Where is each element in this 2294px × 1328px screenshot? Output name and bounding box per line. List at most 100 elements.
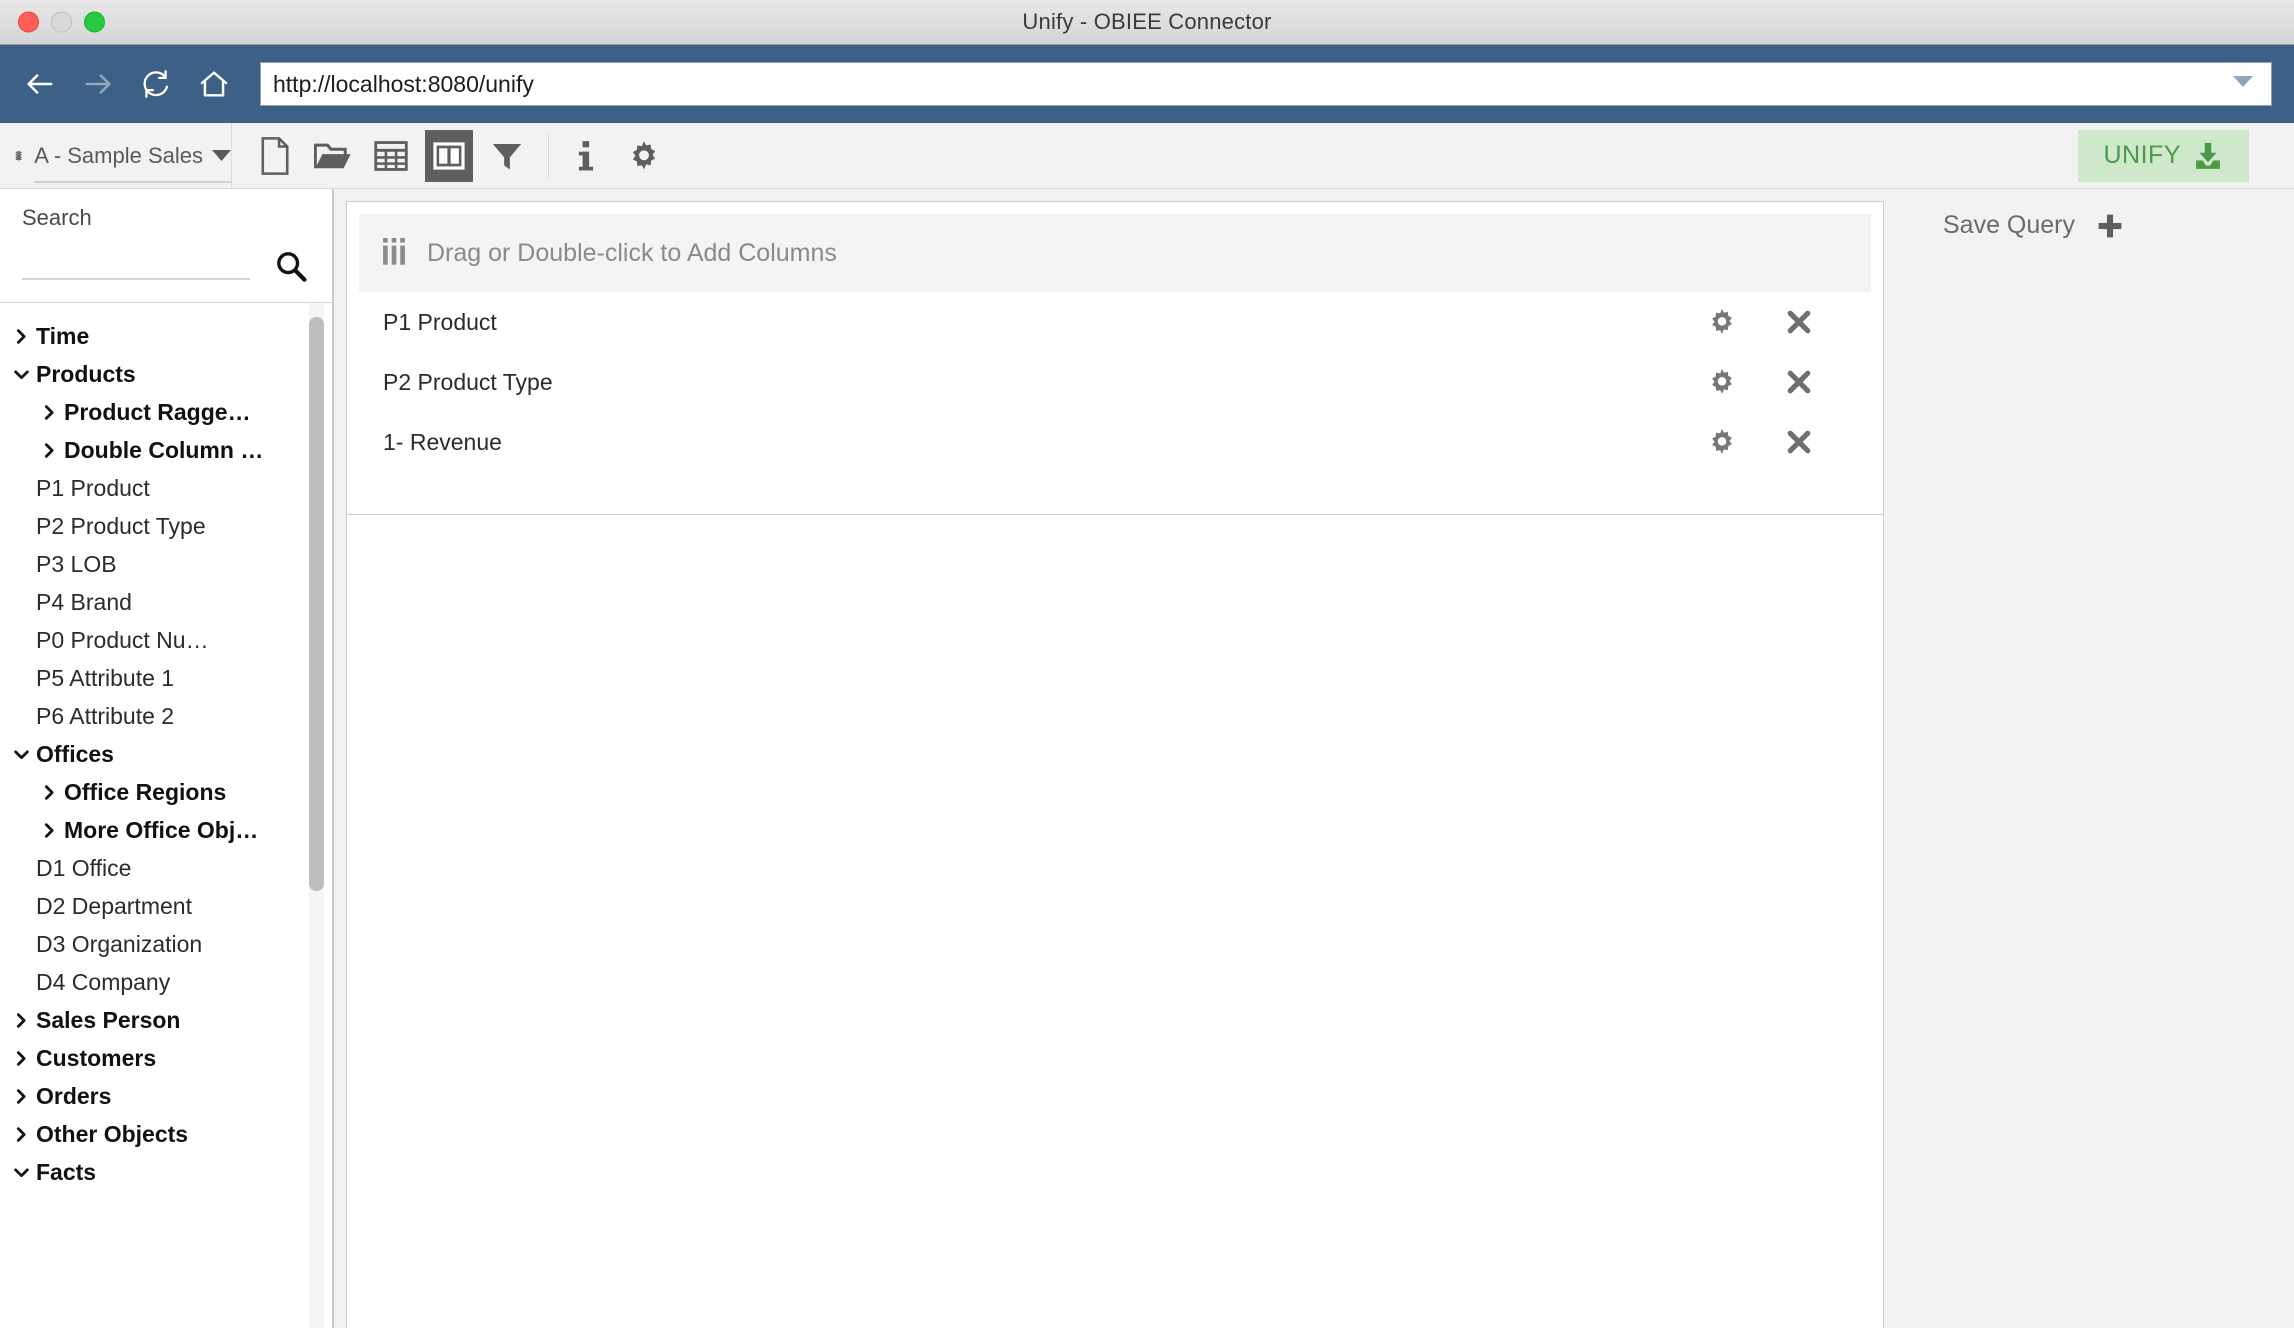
- drag-handle-icon: [383, 238, 405, 265]
- tree-node-label: D1 Office: [36, 854, 132, 881]
- tree-node-label: P3 LOB: [36, 550, 117, 577]
- tree-expand-toggle[interactable]: [34, 822, 64, 839]
- tree-leaf-node[interactable]: P2 Product Type: [0, 507, 332, 545]
- tree-leaf-node[interactable]: D1 Office: [0, 849, 332, 887]
- tree-node-label: D4 Company: [36, 968, 171, 995]
- tree-node-label: P1 Product: [36, 474, 150, 501]
- column-row[interactable]: P1 Product: [347, 292, 1883, 352]
- tree-group-node[interactable]: Double Column …: [0, 431, 332, 469]
- tree-group-node[interactable]: Customers: [0, 1039, 332, 1077]
- tree-expand-toggle[interactable]: [34, 404, 64, 421]
- gear-icon: [632, 140, 656, 169]
- tree-expand-toggle[interactable]: [6, 1050, 36, 1067]
- unify-button[interactable]: UNIFY: [2077, 129, 2249, 182]
- tree-group-node[interactable]: Orders: [0, 1077, 332, 1115]
- tree-expand-toggle[interactable]: [6, 1088, 36, 1105]
- close-x-icon: [1787, 370, 1811, 394]
- tree-node-label: P2 Product Type: [36, 512, 206, 539]
- tree-group-node[interactable]: More Office Obj…: [0, 811, 332, 849]
- drop-zone-hint: Drag or Double-click to Add Columns: [427, 238, 837, 267]
- tree-leaf-node[interactable]: D2 Department: [0, 887, 332, 925]
- window-title: Unify - OBIEE Connector: [1022, 9, 1272, 34]
- tree-expand-toggle[interactable]: [6, 366, 36, 383]
- column-row[interactable]: 1- Revenue: [347, 412, 1883, 472]
- chevron-right-icon: [44, 442, 54, 458]
- column-row[interactable]: P2 Product Type: [347, 352, 1883, 412]
- tree-node-label: Products: [36, 360, 136, 387]
- subject-area-selector[interactable]: A - Sample Sales: [0, 123, 232, 188]
- selected-columns-card: Drag or Double-click to Add Columns P1 P…: [346, 201, 1884, 515]
- chevron-right-icon: [16, 328, 26, 344]
- open-query-button[interactable]: [309, 130, 357, 182]
- tree-leaf-node[interactable]: D4 Company: [0, 963, 332, 1001]
- search-input-underline: [22, 278, 250, 280]
- reload-button[interactable]: [130, 58, 182, 110]
- tree-node-label: Orders: [36, 1082, 112, 1109]
- tree-group-node[interactable]: Time: [0, 317, 332, 355]
- save-query-button[interactable]: Save Query: [1943, 211, 2123, 240]
- tree-leaf-node[interactable]: P6 Attribute 2: [0, 697, 332, 735]
- tree-group-node[interactable]: Product Ragge…: [0, 393, 332, 431]
- tree-expand-toggle[interactable]: [6, 1126, 36, 1143]
- search-button[interactable]: [274, 249, 308, 288]
- tree-leaf-node[interactable]: D3 Organization: [0, 925, 332, 963]
- search-input[interactable]: Search: [18, 205, 314, 231]
- tree-node-label: Time: [36, 322, 90, 349]
- filters-button[interactable]: [483, 130, 531, 182]
- results-table-button[interactable]: [367, 130, 415, 182]
- tree-group-node[interactable]: Products: [0, 355, 332, 393]
- column-remove-button[interactable]: [1785, 368, 1813, 396]
- chevron-right-icon: [44, 784, 54, 800]
- tree-leaf-node[interactable]: P4 Brand: [0, 583, 332, 621]
- tree-group-node[interactable]: Other Objects: [0, 1115, 332, 1153]
- address-bar-dropdown-button[interactable]: [2233, 75, 2253, 93]
- tree-node-label: Other Objects: [36, 1120, 189, 1147]
- tree-expand-toggle[interactable]: [34, 442, 64, 459]
- tree-expand-toggle[interactable]: [34, 784, 64, 801]
- minimize-window-button[interactable]: [51, 11, 72, 33]
- tree-expand-toggle[interactable]: [6, 1012, 36, 1029]
- home-button[interactable]: [188, 58, 240, 110]
- column-name: P1 Product: [383, 308, 497, 335]
- triangle-down-icon[interactable]: [212, 149, 231, 162]
- tree-expand-toggle[interactable]: [6, 746, 36, 763]
- info-button[interactable]: [562, 130, 610, 182]
- tree-group-node[interactable]: Facts: [0, 1153, 332, 1191]
- chevron-right-icon: [44, 404, 54, 420]
- tree-group-node[interactable]: Sales Person: [0, 1001, 332, 1039]
- address-bar-value: http://localhost:8080/unify: [273, 70, 534, 97]
- forward-button[interactable]: [72, 58, 124, 110]
- address-bar[interactable]: http://localhost:8080/unify: [260, 62, 2272, 106]
- column-row-actions: [1707, 307, 1883, 337]
- settings-button[interactable]: [620, 130, 668, 182]
- tree-leaf-node[interactable]: P1 Product: [0, 469, 332, 507]
- tree-expand-toggle[interactable]: [6, 1164, 36, 1181]
- tree-expand-toggle[interactable]: [6, 328, 36, 345]
- sidebar-scrollbar-thumb[interactable]: [309, 317, 324, 891]
- new-query-button[interactable]: [251, 130, 299, 182]
- gear-icon: [1712, 429, 1732, 454]
- column-settings-button[interactable]: [1707, 427, 1737, 457]
- column-drop-zone[interactable]: Drag or Double-click to Add Columns: [359, 214, 1871, 292]
- column-row-actions: [1707, 367, 1883, 397]
- right-panel: Save Query: [1897, 189, 2294, 1328]
- back-arrow-icon: [27, 74, 53, 94]
- tree-group-node[interactable]: Office Regions: [0, 773, 332, 811]
- tree-leaf-node[interactable]: P5 Attribute 1: [0, 659, 332, 697]
- tree-leaf-node[interactable]: P0 Product Nu…: [0, 621, 332, 659]
- close-window-button[interactable]: [18, 11, 39, 33]
- column-remove-button[interactable]: [1785, 428, 1813, 456]
- tree-leaf-node[interactable]: P3 LOB: [0, 545, 332, 583]
- column-settings-button[interactable]: [1707, 367, 1737, 397]
- back-button[interactable]: [14, 58, 66, 110]
- tree-node-label: Sales Person: [36, 1006, 181, 1033]
- reload-icon: [143, 70, 169, 98]
- tree-group-node[interactable]: Offices: [0, 735, 332, 773]
- plus-icon: [2098, 214, 2122, 237]
- maximize-window-button[interactable]: [84, 11, 105, 33]
- column-row-actions: [1707, 427, 1883, 457]
- columns-view-button[interactable]: [425, 129, 473, 182]
- column-remove-button[interactable]: [1785, 308, 1813, 336]
- column-settings-button[interactable]: [1707, 307, 1737, 337]
- tree-node-label: Facts: [36, 1158, 97, 1185]
